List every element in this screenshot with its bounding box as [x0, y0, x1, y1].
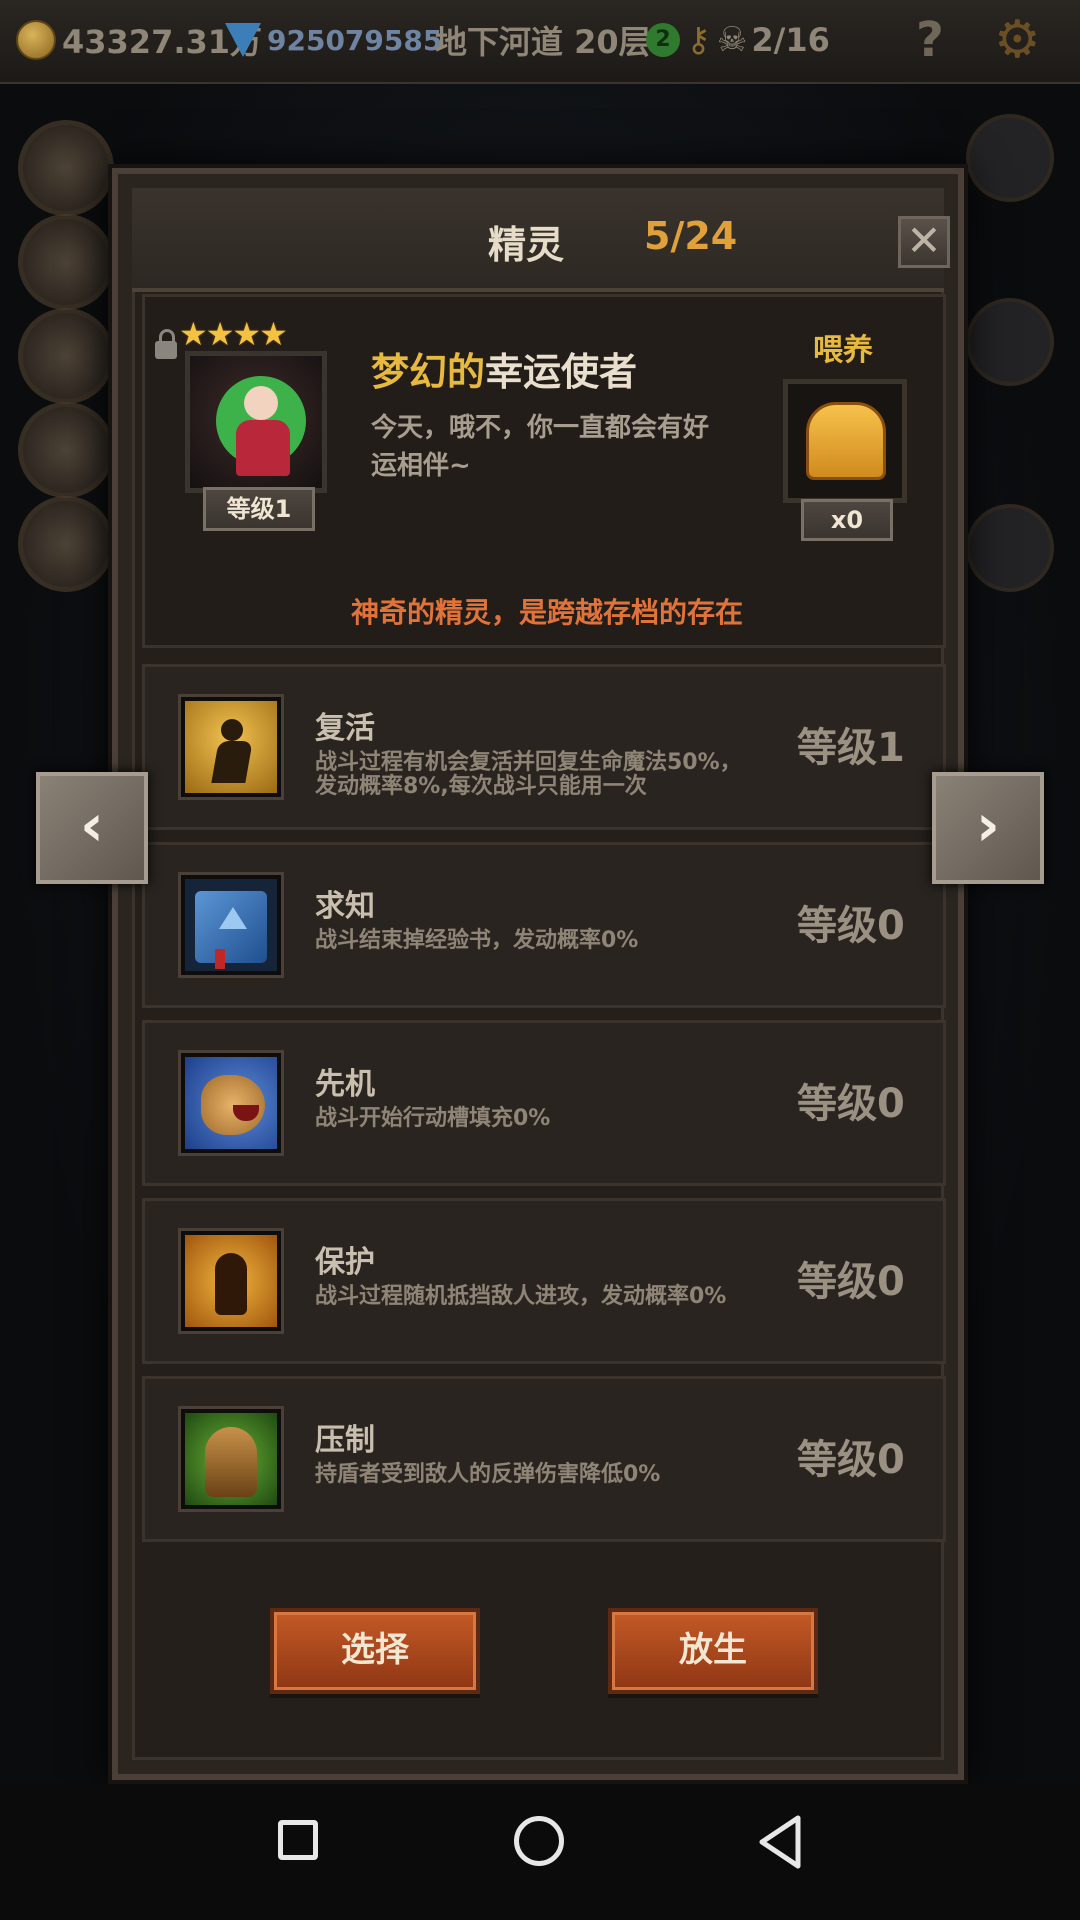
bread-icon	[806, 402, 886, 480]
recent-apps-icon[interactable]	[278, 1820, 318, 1860]
spirit-name: 梦幻的幸运使者	[371, 341, 637, 396]
top-status-bar: 43327.31万 925079585 地下河道 20层 2 ⚷ ☠ 2/16 …	[0, 0, 1080, 84]
gear-icon[interactable]: ⚙	[994, 10, 1041, 70]
next-spirit-button[interactable]: ›	[932, 772, 1044, 884]
spirit-description: 今天，哦不，你一直都会有好运相伴~	[371, 413, 710, 481]
portrait-face	[244, 386, 278, 420]
back-icon[interactable]	[756, 1814, 804, 1870]
spirit-count: 5/24	[644, 214, 738, 258]
diamond-icon	[225, 23, 261, 57]
skill-description: 战斗过程随机抵挡敌人进攻，发动概率0%	[315, 1284, 727, 1309]
spirit-info-card: ★★★★ 等级1 梦幻的幸运使者 今天，哦不，你一直都会有好运相伴~ 喂养 x0…	[142, 294, 946, 648]
gold-coin-icon	[16, 20, 56, 60]
map-node	[966, 114, 1054, 202]
spirit-level-tag: 等级1	[203, 487, 315, 531]
skill-row-knowledge[interactable]: 求知 战斗结束掉经验书，发动概率0% 等级0	[142, 842, 946, 1008]
release-button[interactable]: 放生	[608, 1608, 818, 1694]
bread-count: x0	[801, 499, 893, 541]
revive-icon	[181, 697, 281, 797]
skill-description: 战斗结束掉经验书，发动概率0%	[315, 928, 639, 953]
hero-portrait	[18, 402, 114, 498]
skill-description: 持盾者受到敌人的反弹伤害降低0%	[315, 1462, 661, 1487]
gem-amount: 925079585	[267, 23, 443, 57]
protect-icon	[181, 1231, 281, 1331]
skull-count: 2/16	[751, 21, 830, 59]
leopard-icon	[181, 1053, 281, 1153]
select-button[interactable]: 选择	[270, 1608, 480, 1694]
skill-description: 战斗过程有机会复活并回复生命魔法50%，发动概率8%,每次战斗只能用一次	[315, 750, 742, 799]
skill-row-initiative[interactable]: 先机 战斗开始行动槽填充0% 等级0	[142, 1020, 946, 1186]
feed-label: 喂养	[813, 333, 873, 368]
portrait-dress	[236, 420, 290, 476]
skill-row-suppress[interactable]: 压制 持盾者受到敌人的反弹伤害降低0% 等级0	[142, 1376, 946, 1542]
suppress-icon	[181, 1409, 281, 1509]
home-icon[interactable]	[514, 1816, 564, 1866]
skill-level: 等级0	[797, 903, 905, 949]
hero-portrait	[18, 496, 114, 592]
dialog-header: 精灵 5/24 ✕	[132, 188, 950, 292]
key-badge: 2	[646, 23, 680, 57]
star-rating: ★★★★	[179, 315, 288, 353]
spirit-name-prefix: 梦幻的	[371, 350, 486, 394]
skill-row-protect[interactable]: 保护 战斗过程随机抵挡敌人进攻，发动概率0% 等级0	[142, 1198, 946, 1364]
map-node	[966, 504, 1054, 592]
hero-portrait	[18, 308, 114, 404]
key-skull-counter: 2 ⚷ ☠ 2/16	[646, 14, 830, 66]
spirit-note: 神奇的精灵，是跨越存档的存在	[350, 596, 743, 629]
help-button[interactable]: ?	[916, 12, 944, 68]
feed-item-slot[interactable]	[783, 379, 907, 503]
skill-name: 先机	[315, 1067, 375, 1102]
skill-name: 保护	[315, 1245, 375, 1280]
dialog-title: 精灵	[488, 223, 565, 267]
skill-name: 压制	[315, 1423, 375, 1458]
map-node	[966, 298, 1054, 386]
key-icon: ⚷	[686, 20, 711, 60]
hero-portrait	[18, 120, 114, 216]
lock-icon[interactable]	[155, 329, 177, 359]
skill-name: 求知	[315, 889, 375, 924]
close-button[interactable]: ✕	[898, 216, 950, 268]
spirit-portrait[interactable]	[185, 351, 327, 493]
skill-level: 等级0	[797, 1437, 905, 1483]
gem-counter: 925079585	[225, 14, 442, 66]
skill-description: 战斗开始行动槽填充0%	[315, 1106, 551, 1131]
skill-row-revive[interactable]: 复活 战斗过程有机会复活并回复生命魔法50%，发动概率8%,每次战斗只能用一次 …	[142, 664, 946, 830]
dungeon-location: 地下河道 20层	[435, 23, 651, 61]
skull-icon: ☠	[716, 20, 748, 60]
book-icon	[181, 875, 281, 975]
skill-level: 等级1	[797, 725, 905, 771]
prev-spirit-button[interactable]: ‹	[36, 772, 148, 884]
skill-level: 等级0	[797, 1259, 905, 1305]
skill-level: 等级0	[797, 1081, 905, 1127]
system-nav-bar	[0, 1784, 1080, 1920]
skill-name: 复活	[315, 711, 375, 746]
spirit-name-main: 幸运使者	[485, 350, 638, 394]
spirit-dialog: 精灵 5/24 ✕ ★★★★ 等级1 梦幻的幸运使者 今天，哦不，你一直都会有好…	[112, 168, 964, 1780]
hero-portrait	[18, 214, 114, 310]
